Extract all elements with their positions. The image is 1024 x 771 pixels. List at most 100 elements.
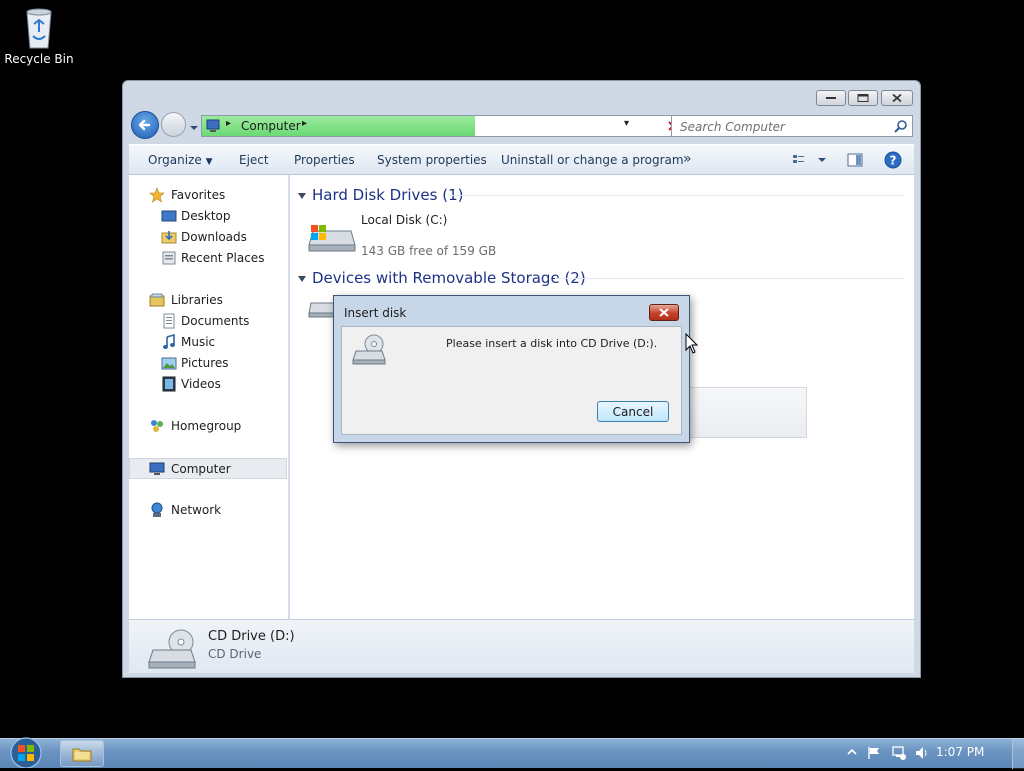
address-dropdown-icon[interactable]: ▾ xyxy=(624,118,629,129)
dialog-close-button[interactable] xyxy=(649,304,679,321)
taskbar-explorer-button[interactable] xyxy=(60,740,104,767)
nav-videos-label: Videos xyxy=(181,377,221,391)
navigation-pane: Favorites Desktop Downloads Recent Place… xyxy=(129,175,289,619)
dialog-title: Insert disk xyxy=(344,306,407,320)
windows-logo-icon xyxy=(10,737,42,769)
nav-videos[interactable]: Videos xyxy=(129,374,287,394)
start-button[interactable] xyxy=(6,734,46,769)
uninstall-program-button[interactable]: Uninstall or change a program xyxy=(501,153,684,167)
forward-button[interactable] xyxy=(161,112,186,137)
nav-computer[interactable]: Computer xyxy=(129,458,287,479)
search-box[interactable] xyxy=(671,115,913,137)
computer-icon xyxy=(206,119,220,132)
details-item-name: CD Drive (D:) xyxy=(208,629,295,644)
minimize-button[interactable] xyxy=(816,90,846,106)
insert-disk-dialog: Insert disk Please insert a disk into CD… xyxy=(333,295,690,443)
svg-text:?: ? xyxy=(890,154,897,168)
cd-drive-item-highlight[interactable] xyxy=(682,387,807,438)
nav-downloads-label: Downloads xyxy=(181,230,247,244)
cd-drive-icon xyxy=(148,629,196,669)
dialog-message: Please insert a disk into CD Drive (D:). xyxy=(446,337,658,350)
more-commands-button[interactable]: » xyxy=(683,151,692,167)
nav-recent-places-label: Recent Places xyxy=(181,251,265,265)
close-window-button[interactable] xyxy=(881,90,913,106)
details-item-type: CD Drive xyxy=(208,647,262,661)
homegroup-icon xyxy=(151,420,163,432)
organize-menu[interactable]: Organize ▼ xyxy=(148,153,213,167)
group-hard-disk-drives[interactable]: Hard Disk Drives (1) xyxy=(298,186,463,204)
action-center-button[interactable] xyxy=(866,745,882,761)
show-hidden-icons-button[interactable] xyxy=(846,746,858,758)
nav-desktop[interactable]: Desktop xyxy=(129,206,287,226)
nav-homegroup-label: Homegroup xyxy=(171,419,242,433)
search-icon[interactable] xyxy=(894,119,908,133)
desktop-icon xyxy=(161,210,177,222)
nav-downloads[interactable]: Downloads xyxy=(129,227,287,247)
group-removable-storage[interactable]: Devices with Removable Storage (2) xyxy=(298,269,586,287)
nav-documents[interactable]: Documents xyxy=(129,311,287,331)
star-icon xyxy=(149,187,165,203)
preview-pane-button[interactable] xyxy=(847,152,863,168)
cancel-button[interactable]: Cancel xyxy=(597,401,669,422)
back-button[interactable] xyxy=(131,111,159,139)
organize-label: Organize xyxy=(148,153,202,167)
properties-button[interactable]: Properties xyxy=(294,153,355,167)
nav-network[interactable]: Network xyxy=(129,500,287,520)
nav-homegroup[interactable]: Homegroup xyxy=(129,416,287,436)
folder-icon xyxy=(72,748,92,762)
search-input[interactable] xyxy=(678,117,882,137)
collapse-triangle-icon xyxy=(298,275,306,282)
change-view-button[interactable] xyxy=(792,152,828,168)
libraries-icon xyxy=(149,293,165,307)
hard-drive-icon xyxy=(308,225,356,252)
mouse-cursor-icon xyxy=(685,333,699,354)
taskbar xyxy=(0,738,1024,769)
breadcrumb-computer[interactable]: Computer xyxy=(241,119,301,133)
nav-libraries[interactable]: Libraries xyxy=(129,290,287,310)
group-divider xyxy=(555,278,905,279)
computer-icon xyxy=(149,462,165,475)
breadcrumb-arrow-icon[interactable]: ▸ xyxy=(302,118,307,129)
group-hard-disk-label: Hard Disk Drives (1) xyxy=(312,186,464,204)
taskbar-clock[interactable]: 1:07 PM xyxy=(936,745,984,759)
downloads-icon xyxy=(161,231,177,244)
breadcrumb-arrow-icon[interactable]: ▸ xyxy=(226,118,231,129)
nav-documents-label: Documents xyxy=(181,314,250,328)
eject-button[interactable]: Eject xyxy=(239,153,269,167)
close-icon xyxy=(659,308,669,317)
nav-libraries-label: Libraries xyxy=(171,293,223,307)
nav-music-label: Music xyxy=(181,335,216,349)
network-icon xyxy=(151,502,163,517)
nav-recent-places[interactable]: Recent Places xyxy=(129,248,287,268)
nav-pictures-label: Pictures xyxy=(181,356,229,370)
recycle-bin-shortcut[interactable]: Recycle Bin xyxy=(4,6,74,76)
volume-button[interactable] xyxy=(914,745,930,761)
nav-network-label: Network xyxy=(171,503,222,517)
recycle-bin-icon xyxy=(23,6,55,50)
address-bar[interactable]: ▸ Computer ▸ ▾ xyxy=(201,115,666,137)
local-disk-name: Local Disk (C:) xyxy=(361,213,448,227)
recent-pages-dropdown[interactable] xyxy=(189,121,199,130)
help-button[interactable]: ? xyxy=(884,151,902,169)
maximize-button[interactable] xyxy=(848,90,878,106)
network-tray-button[interactable] xyxy=(891,745,907,761)
details-pane: CD Drive (D:) CD Drive xyxy=(129,619,914,673)
music-icon xyxy=(163,334,175,349)
recent-places-icon xyxy=(162,251,176,265)
cd-drive-icon xyxy=(352,334,386,365)
nav-favorites-label: Favorites xyxy=(171,188,226,202)
network-tray-icon xyxy=(892,746,906,760)
collapse-triangle-icon xyxy=(298,192,306,199)
nav-favorites[interactable]: Favorites xyxy=(129,185,287,205)
system-properties-button[interactable]: System properties xyxy=(377,153,487,167)
command-bar: Organize ▼ Eject Properties System prope… xyxy=(129,144,914,175)
nav-music[interactable]: Music xyxy=(129,332,287,352)
documents-icon xyxy=(163,313,175,329)
nav-pictures[interactable]: Pictures xyxy=(129,353,287,373)
videos-icon xyxy=(162,376,176,392)
local-disk-item[interactable]: Local Disk (C:) 143 GB free of 159 GB xyxy=(305,211,555,261)
speaker-icon xyxy=(916,747,927,759)
help-icon: ? xyxy=(884,151,902,169)
show-desktop-button[interactable] xyxy=(1012,739,1024,769)
chevron-up-icon xyxy=(847,748,857,755)
